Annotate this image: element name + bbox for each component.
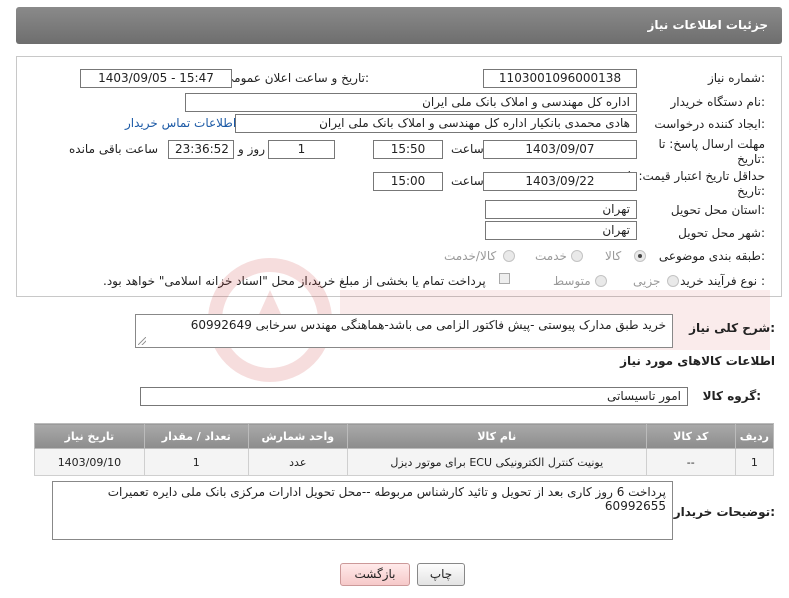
category-option-service: خدمت: [535, 249, 567, 263]
reply-time-label: ساعت: [451, 142, 484, 156]
col-date: تاریخ نیاز: [34, 423, 145, 449]
resize-grip-icon[interactable]: [138, 337, 146, 345]
items-table: ردیف کد کالا نام کالا واحد شمارش تعداد /…: [34, 423, 775, 476]
category-option-both: کالا/خدمت: [444, 249, 497, 263]
reply-days-field: 1: [268, 140, 335, 159]
description-field: خرید طبق مدارک پیوستی -پیش فاکتور الزامی…: [135, 314, 673, 348]
cell-code: --: [645, 448, 736, 476]
category-label: طبقه بندی موضوعی:: [658, 249, 765, 263]
cell-unit: عدد: [247, 448, 348, 476]
category-option-goods: کالا: [605, 249, 622, 263]
price-validity-date: 1403/09/22: [483, 172, 637, 191]
buyer-notes-text: پرداخت 6 روز کاری بعد از تحویل و تائید ک…: [107, 485, 666, 513]
price-validity-label-2: تاریخ:: [737, 184, 765, 198]
buyer-org-label: نام دستگاه خریدار:: [670, 95, 766, 109]
treasury-checkbox[interactable]: [499, 273, 510, 284]
print-button[interactable]: چاپ: [417, 563, 465, 586]
reply-deadline-time: 15:50: [373, 140, 443, 159]
description-label: شرح کلی نیاز:: [689, 321, 775, 335]
price-time-label: ساعت: [451, 174, 484, 188]
purchase-process-label: نوع فرآیند خرید :: [680, 274, 765, 288]
back-button[interactable]: بازگشت: [340, 563, 410, 586]
page-header: جزئیات اطلاعات نیاز: [16, 7, 782, 44]
col-name: نام کالا: [346, 423, 647, 449]
goods-info-title: اطلاعات کالاهای مورد نیاز: [620, 354, 775, 368]
description-text: خرید طبق مدارک پیوستی -پیش فاکتور الزامی…: [190, 318, 666, 332]
price-validity-label: حداقل تاریخ اعتبار قیمت: تا: [627, 169, 765, 183]
col-code: کد کالا: [645, 423, 736, 449]
buyer-notes-label: توضیحات خریدار:: [673, 505, 775, 519]
delivery-province-label: استان محل تحویل:: [670, 203, 765, 217]
requester-field: هادی محمدی بانکیار اداره کل مهندسی و امل…: [235, 114, 637, 133]
process-option-medium: متوسط: [553, 274, 591, 288]
category-radio-goods[interactable]: [634, 250, 646, 262]
category-radio-both[interactable]: [503, 250, 515, 262]
cell-name: یونیت کنترل الکترونیکی ECU برای موتور دی…: [346, 448, 647, 476]
table-row: 1 -- یونیت کنترل الکترونیکی ECU برای موت…: [34, 448, 775, 476]
process-radio-medium[interactable]: [595, 275, 607, 287]
announce-datetime-field: 1403/09/05 - 15:47: [80, 69, 232, 88]
reply-days-label: روز و: [238, 142, 265, 156]
reply-deadline-date: 1403/09/07: [483, 140, 637, 159]
buyer-notes-field: پرداخت 6 روز کاری بعد از تحویل و تائید ک…: [52, 481, 673, 540]
need-number-label: شماره نیاز:: [707, 71, 765, 85]
reply-deadline-label: مهلت ارسال پاسخ: تا: [658, 137, 765, 151]
announce-datetime-label: تاریخ و ساعت اعلان عمومی:: [224, 71, 369, 85]
treasury-checkbox-label: پرداخت تمام یا بخشی از مبلغ خرید،از محل …: [103, 274, 486, 288]
cell-row: 1: [734, 448, 775, 476]
cell-date: 1403/09/10: [34, 448, 145, 476]
col-unit: واحد شمارش: [247, 423, 348, 449]
remaining-time-field: 23:36:52: [168, 140, 234, 159]
buyer-org-field: اداره کل مهندسی و املاک بانک ملی ایران: [185, 93, 637, 112]
reply-deadline-label-2: تاریخ:: [737, 152, 765, 166]
col-qty: تعداد / مقدار: [143, 423, 249, 449]
remaining-time-label: ساعت باقی مانده: [69, 142, 159, 156]
category-radio-service[interactable]: [571, 250, 583, 262]
goods-group-label: گروه کالا:: [702, 389, 761, 403]
page: جزئیات اطلاعات نیاز شماره نیاز: 11030010…: [0, 0, 789, 598]
price-validity-time: 15:00: [373, 172, 443, 191]
delivery-city-label: شهر محل تحویل:: [678, 226, 765, 240]
col-row: ردیف: [734, 423, 775, 449]
goods-group-field: امور تاسیساتی: [140, 387, 688, 406]
need-number-field: 1103001096000138: [483, 69, 637, 88]
delivery-city-field: تهران: [485, 221, 637, 240]
page-title: جزئیات اطلاعات نیاز: [647, 18, 768, 32]
cell-qty: 1: [143, 448, 249, 476]
requester-label: ایجاد کننده درخواست:: [654, 117, 765, 131]
table-header-row: ردیف کد کالا نام کالا واحد شمارش تعداد /…: [34, 423, 775, 449]
process-radio-minor[interactable]: [667, 275, 679, 287]
buyer-contact-link[interactable]: اطلاعات تماس خریدار: [125, 116, 236, 130]
process-option-minor: جزیی: [633, 274, 661, 288]
details-panel: شماره نیاز: 1103001096000138 تاریخ و ساع…: [16, 56, 782, 297]
delivery-province-field: تهران: [485, 200, 637, 219]
